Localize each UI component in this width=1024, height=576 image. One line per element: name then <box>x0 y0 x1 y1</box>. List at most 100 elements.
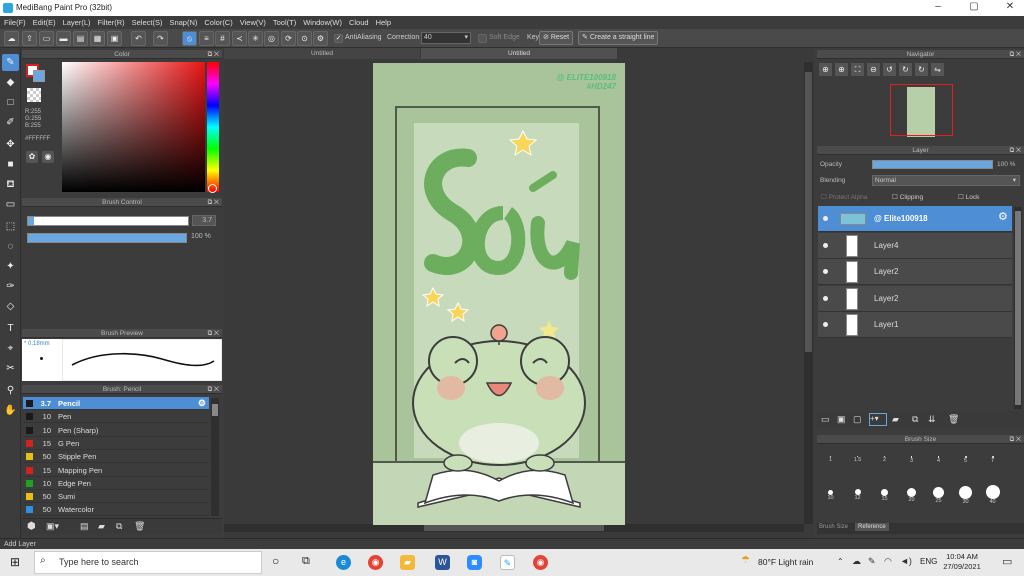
new-1bit-layer-icon[interactable]: ▢ <box>853 414 862 425</box>
delete-layer-icon[interactable]: 🗑 <box>948 414 959 425</box>
brush-list-scrollbar[interactable] <box>211 398 219 516</box>
layer-row[interactable]: Layer4 <box>818 232 1012 259</box>
zoom-in-icon[interactable]: ⊕ <box>835 63 848 76</box>
notifications-icon[interactable]: ▭ <box>1002 555 1012 568</box>
secondary-color-swatch[interactable] <box>33 70 45 82</box>
maximize-button[interactable]: ▢ <box>962 1 986 15</box>
layer-settings-gear-icon[interactable]: ⚙ <box>998 210 1008 223</box>
panel-close-icon[interactable]: ⧉ ✕ <box>1010 146 1021 155</box>
layer-visibility-icon[interactable] <box>823 216 828 221</box>
navigator-viewport[interactable] <box>890 84 953 136</box>
zoom-out-icon[interactable]: ⊖ <box>867 63 880 76</box>
panel-close-icon[interactable]: ⧉ ✕ <box>208 50 219 59</box>
brush-opacity-slider[interactable] <box>27 233 187 243</box>
copy-brush-icon[interactable]: ⧉ <box>116 521 122 532</box>
fill-rect-icon[interactable]: ■ <box>2 156 19 173</box>
rotate-reset-icon[interactable]: ↻ <box>899 63 912 76</box>
lasso-tool-icon[interactable]: ◌ <box>2 238 19 255</box>
minimize-button[interactable]: – <box>926 1 950 15</box>
lock-checkbox[interactable]: ☐ Lock <box>958 193 979 201</box>
panel-icon[interactable]: ▤ <box>73 31 88 46</box>
gradient-tool-icon[interactable]: ▭ <box>2 196 19 213</box>
chrome-icon[interactable]: ◉ <box>368 555 383 570</box>
brush-size-cell[interactable]: 3 <box>899 450 924 470</box>
correction-select[interactable]: 40 ▾ <box>421 32 471 44</box>
color-picker-square[interactable] <box>62 62 205 192</box>
comment-icon[interactable]: ▭ <box>39 31 54 46</box>
brush-tool-icon[interactable]: ✎ <box>2 54 19 71</box>
brush-size-cell[interactable]: 5 <box>953 450 978 470</box>
clipping-checkbox[interactable]: ☐ Clipping <box>892 193 923 201</box>
snap-radial-icon[interactable]: ✳ <box>248 31 263 46</box>
brush-list-item[interactable]: 10 Pen <box>23 410 209 424</box>
tab-reference[interactable]: Reference <box>855 523 889 531</box>
merge-layer-icon[interactable]: ⇊ <box>928 414 936 425</box>
bucket-tool-icon[interactable]: ⛾ <box>2 176 19 193</box>
brush-list-item[interactable]: 50 Watercolor <box>23 503 209 517</box>
tray-chevron-icon[interactable]: ⌃ <box>837 557 844 566</box>
layer-visibility-icon[interactable] <box>823 295 828 301</box>
edge-browser-icon[interactable]: e <box>336 555 351 570</box>
menu-help[interactable]: Help <box>376 16 391 29</box>
brush-size-cell[interactable]: 15 <box>872 484 897 504</box>
reset-button[interactable]: ⊘ Reset <box>539 31 574 45</box>
layer-row[interactable]: @ Elite100918 <box>818 206 1012 232</box>
snap-off-icon[interactable]: ⦸ <box>182 31 197 46</box>
layer-scroll-thumb[interactable] <box>1015 211 1021 405</box>
layer-visibility-icon[interactable] <box>823 242 828 248</box>
brush-size-cell[interactable]: 7 <box>980 450 1005 470</box>
blending-select[interactable]: Normal ▾ <box>872 175 1020 186</box>
straight-line-button[interactable]: ✎ Create a straight line <box>578 31 659 45</box>
share-icon[interactable]: ⇪ <box>22 31 37 46</box>
rotate-left-icon[interactable]: ↺ <box>883 63 896 76</box>
medibang-taskbar-icon[interactable]: ✎ <box>500 555 515 570</box>
color-set-icon[interactable]: ◉ <box>42 151 54 163</box>
transparent-color-icon[interactable] <box>27 88 41 102</box>
task-view-icon[interactable]: ⧉ <box>302 555 310 568</box>
brush-gear-icon[interactable]: ⚙ <box>198 397 206 410</box>
windows-start-icon[interactable]: ⊞ <box>10 555 20 569</box>
tab-brush-size[interactable]: Brush Size <box>819 524 848 530</box>
antialiasing-checkbox[interactable]: ✓ <box>334 34 343 43</box>
brush-size-cell[interactable]: 1 <box>818 450 843 470</box>
artwork-canvas[interactable] <box>373 63 625 525</box>
new-8bit-layer-icon[interactable]: ▣ <box>837 414 846 425</box>
new-layer-icon[interactable]: ▭ <box>821 414 830 425</box>
zoom-icon[interactable]: ◙ <box>467 555 482 570</box>
layer-scrollbar[interactable] <box>1014 207 1022 409</box>
canvas-vscrollbar[interactable] <box>804 62 813 524</box>
pen-tray-icon[interactable]: ✎ <box>868 556 876 567</box>
snap-circle-icon[interactable]: ◎ <box>264 31 279 46</box>
menu-select[interactable]: Select(S) <box>132 16 163 29</box>
canvas-hscroll-thumb[interactable] <box>424 525 604 531</box>
brush-list-item[interactable]: 3.7 Pencil ⚙ <box>23 397 209 410</box>
cortana-icon[interactable]: ○ <box>272 554 279 568</box>
magic-wand-icon[interactable]: ✦ <box>2 258 19 275</box>
divide-tool-icon[interactable]: ✂ <box>2 360 19 377</box>
menu-file[interactable]: File(F) <box>4 16 26 29</box>
brush-size-cell[interactable]: 40 <box>980 484 1005 505</box>
select-pen2-icon[interactable]: ✑ <box>2 278 19 295</box>
weather-text[interactable]: 80°F Light rain <box>758 557 813 567</box>
menu-snap[interactable]: Snap(N) <box>169 16 197 29</box>
snap-perspective-icon[interactable]: ≺ <box>232 31 247 46</box>
brush-size-cell[interactable]: 25 <box>926 484 951 504</box>
layer-folder-icon[interactable]: ▰ <box>892 414 899 425</box>
scroll-thumb[interactable] <box>212 404 218 416</box>
text-tool-icon[interactable]: T <box>2 320 19 337</box>
clock[interactable]: 10:04 AM 27/09/2021 <box>942 552 982 572</box>
snap-grid-icon[interactable]: # <box>215 31 230 46</box>
chrome-profile-icon[interactable]: ◉ <box>533 555 548 570</box>
menu-window[interactable]: Window(W) <box>303 16 342 29</box>
select-pen-icon[interactable]: ✐ <box>2 114 19 131</box>
duplicate-layer-icon[interactable]: ⧉ <box>912 414 918 425</box>
brush-list-item[interactable]: 50 Stipple Pen <box>23 450 209 464</box>
wifi-icon[interactable]: ◠ <box>884 556 892 567</box>
brush-size-slider[interactable] <box>27 216 189 226</box>
menu-cloud[interactable]: Cloud <box>349 16 369 29</box>
brush-add-menu-icon[interactable]: ▣▾ <box>46 521 59 532</box>
brush-size-cell[interactable]: 20 <box>899 484 924 504</box>
word-icon[interactable]: W <box>435 555 450 570</box>
brush-size-cell[interactable]: 4 <box>926 450 951 470</box>
undo-icon[interactable]: ↶ <box>131 31 146 46</box>
